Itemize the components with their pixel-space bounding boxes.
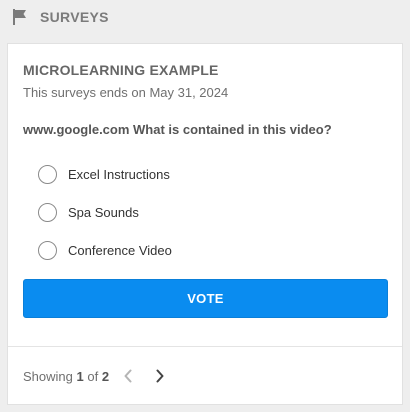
survey-options: Excel Instructions Spa Sounds Conference… <box>38 165 172 279</box>
survey-option[interactable]: Excel Instructions <box>38 165 172 203</box>
chevron-left-icon[interactable] <box>119 367 137 385</box>
option-label: Conference Video <box>68 243 172 258</box>
pagination-prefix: Showing <box>23 368 73 384</box>
pagination-of: of <box>87 368 99 384</box>
survey-option[interactable]: Conference Video <box>38 241 172 279</box>
chevron-right-icon[interactable] <box>151 367 169 385</box>
survey-card: MICROLEARNING EXAMPLE This surveys ends … <box>7 43 403 405</box>
option-radio[interactable] <box>38 241 57 260</box>
pagination-total: 2 <box>101 368 110 384</box>
flag-icon <box>10 7 30 27</box>
divider <box>8 346 402 347</box>
survey-question: www.google.com What is contained in this… <box>23 122 332 137</box>
option-radio[interactable] <box>38 203 57 222</box>
option-label: Spa Sounds <box>68 205 139 220</box>
option-radio[interactable] <box>38 165 57 184</box>
vote-button[interactable]: VOTE <box>23 279 388 318</box>
survey-title: MICROLEARNING EXAMPLE <box>23 62 219 78</box>
survey-option[interactable]: Spa Sounds <box>38 203 172 241</box>
pagination: Showing 1 of 2 <box>23 366 169 386</box>
survey-end-date: This surveys ends on May 31, 2024 <box>23 85 229 100</box>
pagination-current: 1 <box>76 368 84 384</box>
option-label: Excel Instructions <box>68 167 170 182</box>
widget-header: SURVEYS <box>10 6 109 28</box>
widget-title: SURVEYS <box>40 9 109 25</box>
